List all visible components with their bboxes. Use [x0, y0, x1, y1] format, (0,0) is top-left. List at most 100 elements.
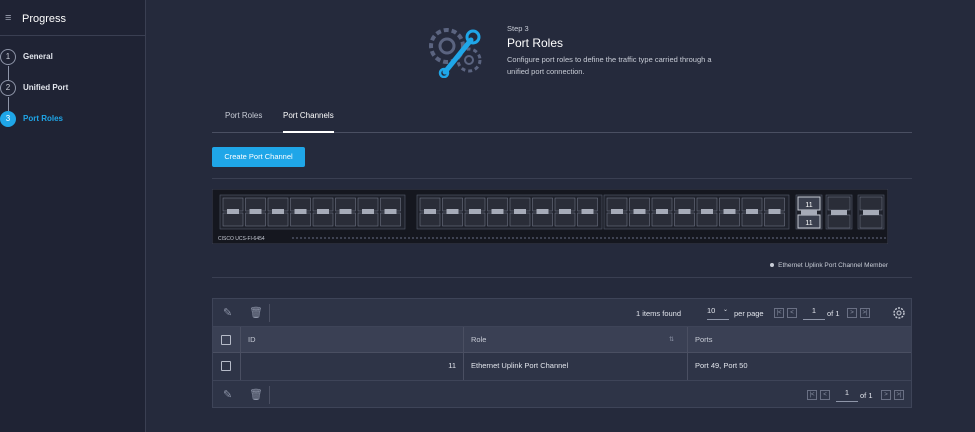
- tab-port-roles[interactable]: Port Roles: [225, 111, 262, 133]
- step-port-roles[interactable]: 3 Port Roles: [0, 111, 146, 129]
- sfp-port: [464, 212, 486, 227]
- vent-dot: [508, 237, 510, 239]
- first-page-icon[interactable]: |<: [807, 390, 817, 400]
- step-general[interactable]: 1 General: [0, 49, 146, 67]
- step-unified-port[interactable]: 2 Unified Port: [0, 80, 146, 98]
- next-page-icon[interactable]: >: [847, 308, 857, 318]
- edit-icon[interactable]: ✎: [223, 307, 235, 319]
- row-checkbox[interactable]: [221, 361, 231, 371]
- port-latch: [536, 209, 549, 214]
- column-divider: [240, 353, 241, 380]
- vent-dot: [292, 237, 294, 239]
- edit-icon[interactable]: ✎: [223, 389, 235, 401]
- vent-dot: [632, 237, 634, 239]
- settings-wrench-icon: [429, 28, 482, 78]
- vent-dot: [572, 237, 574, 239]
- sfp-port: [357, 212, 379, 227]
- vent-dot: [668, 237, 670, 239]
- last-page-icon[interactable]: >|: [894, 390, 904, 400]
- last-page-icon[interactable]: >|: [860, 308, 870, 318]
- vent-dot: [592, 237, 594, 239]
- cell-ports: Port 49, Port 50: [695, 361, 748, 370]
- legend-label: Ethernet Uplink Port Channel Member: [778, 262, 888, 269]
- vent-dot: [364, 237, 366, 239]
- vent-dot: [532, 237, 534, 239]
- first-page-icon[interactable]: |<: [774, 308, 784, 318]
- switch-diagram[interactable]: 11 11 CISCO UCS-FI-6454: [212, 189, 888, 244]
- vent-dot: [540, 237, 542, 239]
- tab-bar: Port Roles Port Channels: [212, 108, 912, 133]
- port-latch: [514, 209, 526, 214]
- column-ports[interactable]: Ports: [695, 327, 713, 352]
- vent-dot: [332, 237, 334, 239]
- vent-dot: [432, 237, 434, 239]
- vent-dot: [588, 237, 590, 239]
- vent-dot: [520, 237, 522, 239]
- vent-dot: [396, 237, 398, 239]
- page-description: Configure port roles to define the traff…: [507, 55, 712, 76]
- vent-dot: [300, 237, 302, 239]
- vent-dot: [828, 237, 830, 239]
- prev-page-icon[interactable]: <: [787, 308, 797, 318]
- create-port-channel-button[interactable]: Create Port Channel: [212, 147, 305, 167]
- table-row[interactable]: 11 Ethernet Uplink Port Channel Port 49,…: [213, 353, 911, 380]
- vent-dot: [676, 237, 678, 239]
- vent-dot: [852, 237, 854, 239]
- vent-dot: [744, 237, 746, 239]
- page-count: of 1: [860, 391, 873, 400]
- vent-dot: [516, 237, 518, 239]
- sfp-port: [764, 212, 785, 227]
- vent-dot: [304, 237, 306, 239]
- vent-dot: [392, 237, 394, 239]
- column-divider: [463, 327, 464, 352]
- column-divider: [687, 327, 688, 352]
- vent-dot: [512, 237, 514, 239]
- column-role[interactable]: Role: [471, 327, 486, 352]
- sfp-port: [419, 212, 441, 227]
- vent-dot: [440, 237, 442, 239]
- table-header: ID Role ⇅ Ports: [213, 327, 911, 353]
- sfp-port: [290, 212, 311, 227]
- gear-icon[interactable]: [892, 306, 906, 320]
- collapse-icon[interactable]: ≡: [5, 13, 17, 24]
- column-id[interactable]: ID: [248, 327, 256, 352]
- sidebar-header: ≡ Progress: [0, 0, 146, 36]
- port-latch: [362, 209, 374, 214]
- delete-icon[interactable]: 🗑: [249, 389, 263, 401]
- vent-dot: [480, 237, 482, 239]
- vent-dot: [800, 237, 802, 239]
- select-all-checkbox[interactable]: [221, 335, 231, 345]
- tab-port-channels[interactable]: Port Channels: [283, 111, 334, 133]
- vent-dot: [784, 237, 786, 239]
- vent-dot: [732, 237, 734, 239]
- vent-dot: [560, 237, 562, 239]
- port-latch: [559, 209, 571, 214]
- step-label: Port Roles: [23, 114, 64, 123]
- vent-dot: [636, 237, 638, 239]
- next-page-icon[interactable]: >: [881, 390, 891, 400]
- port-latch: [701, 209, 713, 214]
- vent-dot: [496, 237, 498, 239]
- vent-dot: [556, 237, 558, 239]
- vent-dot: [856, 237, 858, 239]
- port-latch: [249, 209, 262, 214]
- page-input[interactable]: 1: [803, 306, 825, 320]
- vent-dot: [376, 237, 378, 239]
- qsfp-port: [827, 196, 851, 211]
- port-channel-table: ✎ 🗑 1 items found 10 ⌄ per page |< < 1 of…: [212, 298, 912, 408]
- sfp-port: [719, 212, 740, 227]
- sort-icon[interactable]: ⇅: [669, 327, 674, 353]
- vent-dot: [660, 237, 662, 239]
- main-content: Step 3 Port Roles Configure port roles t…: [147, 0, 975, 432]
- vent-dot: [644, 237, 646, 239]
- prev-page-icon[interactable]: <: [820, 390, 830, 400]
- vent-dot: [448, 237, 450, 239]
- page-input[interactable]: 1: [836, 388, 858, 402]
- per-page-select[interactable]: 10 ⌄: [707, 306, 729, 320]
- delete-icon[interactable]: 🗑: [249, 307, 263, 319]
- column-divider: [463, 353, 464, 380]
- hero-step: Step 3: [507, 24, 529, 33]
- sfp-port: [335, 212, 356, 227]
- sfp-port: [380, 212, 401, 227]
- port-latch: [491, 209, 504, 214]
